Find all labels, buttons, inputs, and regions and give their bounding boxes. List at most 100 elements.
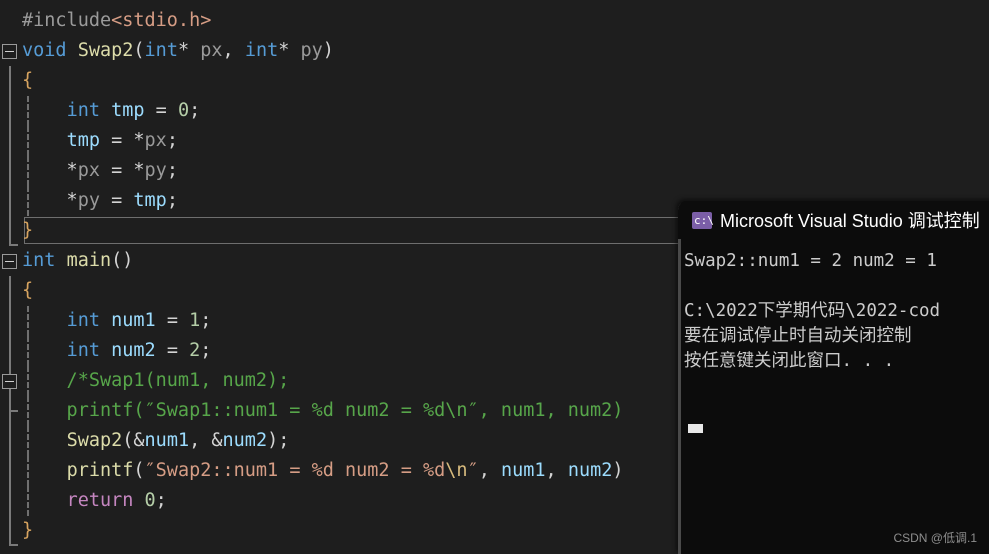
code-line-text: }	[22, 216, 33, 246]
code-token: \n	[445, 460, 468, 481]
code-token: }	[22, 220, 34, 241]
code-token: num2	[111, 340, 156, 361]
code-line-text: {	[22, 276, 33, 306]
code-token: *	[22, 160, 78, 181]
fold-scope-bar	[9, 216, 18, 246]
code-token: px	[77, 160, 100, 181]
code-line[interactable]: tmp = *px;	[0, 126, 989, 156]
code-token: num1	[111, 310, 156, 331]
code-line[interactable]: {	[0, 66, 989, 96]
code-token: ;	[200, 340, 212, 361]
code-line[interactable]: int tmp = 0;	[0, 96, 989, 126]
console-title-text: Microsoft Visual Studio 调试控制	[720, 211, 980, 231]
code-token: 0	[144, 490, 156, 511]
code-line-text: Swap2(&num1, &num2);	[22, 426, 290, 456]
code-token: }	[22, 520, 34, 541]
code-token: (&	[122, 430, 145, 451]
fold-scope-bar	[9, 336, 11, 366]
code-token: (	[133, 40, 145, 61]
code-token: 0	[177, 100, 190, 121]
fold-scope-bar	[9, 126, 11, 156]
console-output-line: Swap2::num1 = 2 num2 = 1	[684, 251, 937, 271]
fold-scope-bar	[9, 156, 11, 186]
code-line-text: #include<stdio.h>	[22, 6, 211, 36]
fold-scope-bar	[9, 426, 11, 456]
code-line-text: printf(″Swap1::num1 = %d num2 = %d\n″, n…	[22, 396, 624, 426]
code-token: main	[66, 250, 112, 271]
code-token: ()	[111, 250, 134, 271]
debug-console-window[interactable]: c:\ Microsoft Visual Studio 调试控制 Swap2::…	[678, 201, 989, 554]
code-token: tmp	[133, 190, 167, 211]
code-token: /*Swap1(num1, num2);	[22, 370, 290, 391]
code-token: #include	[22, 10, 112, 31]
code-token: int	[66, 340, 100, 361]
code-token: void	[22, 40, 67, 61]
code-token: ,	[478, 460, 501, 481]
code-token: py	[77, 190, 100, 211]
code-token: 2	[189, 340, 201, 361]
code-token: )	[612, 460, 624, 481]
code-line-text: int main()	[22, 246, 133, 276]
code-token: =	[99, 190, 134, 211]
collapse-minus-icon[interactable]	[2, 254, 17, 269]
console-output-body[interactable]: Swap2::num1 = 2 num2 = 1 C:\2022下学期代码\20…	[681, 239, 989, 554]
csdn-watermark: CSDN @低调.1	[893, 531, 977, 545]
code-line[interactable]: void Swap2(int* px, int* py)	[0, 36, 989, 66]
console-hint-line-2: 按任意键关闭此窗口. . .	[684, 351, 895, 371]
code-token: Swap2	[66, 430, 123, 451]
code-token: {	[22, 280, 34, 301]
code-line[interactable]: *px = *py;	[0, 156, 989, 186]
code-token: =	[155, 310, 190, 331]
code-token: int	[66, 310, 100, 331]
code-line-text: *px = *py;	[22, 156, 178, 186]
code-token: = *	[99, 160, 145, 181]
code-token: num1	[500, 460, 546, 481]
fold-scope-bar	[9, 516, 18, 546]
collapse-minus-icon[interactable]	[2, 44, 17, 59]
code-token: )	[322, 40, 334, 61]
code-token: py	[300, 40, 323, 61]
code-token: px	[144, 130, 167, 151]
console-app-icon: c:\	[692, 211, 714, 229]
collapse-minus-icon[interactable]	[2, 374, 17, 389]
code-token: <stdio.h>	[111, 10, 212, 31]
code-token: ,	[222, 40, 245, 61]
code-token: ″Swap2::num1 = %d num2 = %d	[144, 460, 446, 481]
code-line-text: int num1 = 1;	[22, 306, 212, 336]
fold-scope-bar	[9, 276, 11, 306]
code-token: printf(″Swap1::num1 = %d num2 = %d\n″, n…	[22, 400, 624, 421]
code-line-text: tmp = *px;	[22, 126, 178, 156]
code-token: ;	[200, 310, 212, 331]
code-token: );	[267, 430, 290, 451]
code-token: 1	[189, 310, 201, 331]
code-token: *	[22, 190, 78, 211]
code-token: ;	[166, 160, 178, 181]
fold-scope-bar	[9, 456, 11, 486]
fold-scope-bar	[9, 486, 11, 516]
code-line[interactable]: #include<stdio.h>	[0, 6, 989, 36]
fold-scope-bar	[9, 306, 11, 336]
code-line-text: int num2 = 2;	[22, 336, 212, 366]
console-cursor	[688, 424, 703, 433]
code-token: int	[144, 40, 178, 61]
code-token: , &	[189, 430, 223, 451]
code-token: py	[144, 160, 167, 181]
fold-scope-bar	[9, 396, 18, 426]
code-token: int	[66, 100, 100, 121]
code-line-text: }	[22, 516, 33, 546]
console-title-bar[interactable]: c:\ Microsoft Visual Studio 调试控制	[678, 201, 989, 239]
code-token: =	[144, 100, 178, 121]
code-token: printf	[66, 460, 134, 481]
code-line-text: void Swap2(int* px, int* py)	[22, 36, 334, 66]
code-token: int	[22, 250, 56, 271]
code-token: ,	[545, 460, 568, 481]
code-line-text: printf(″Swap2::num1 = %d num2 = %d\n″, n…	[22, 456, 624, 486]
